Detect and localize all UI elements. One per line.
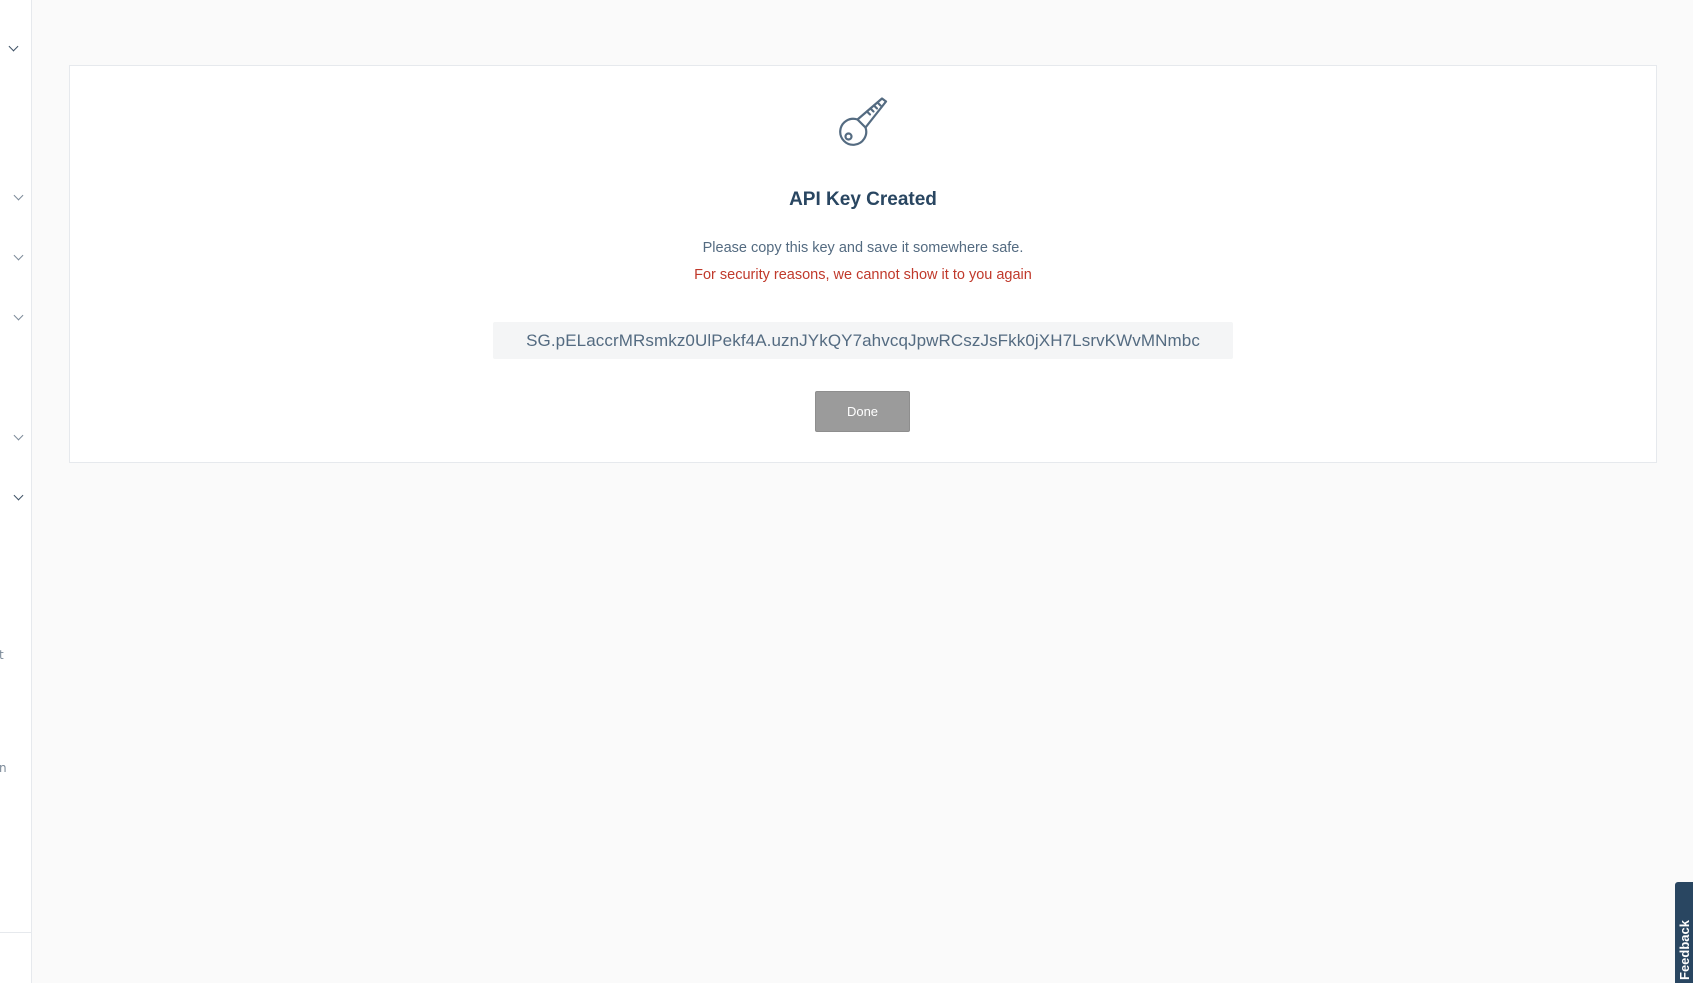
sidebar: t n	[0, 0, 32, 983]
sidebar-divider	[0, 932, 31, 933]
chevron-down-icon[interactable]	[13, 430, 24, 441]
chevron-down-icon[interactable]	[13, 310, 24, 321]
done-button[interactable]: Done	[815, 391, 910, 432]
feedback-label: Feedback	[1677, 920, 1692, 980]
feedback-tab[interactable]: Feedback	[1675, 882, 1693, 983]
chevron-down-icon[interactable]	[8, 41, 19, 52]
key-icon	[839, 97, 888, 146]
copy-instruction-text: Please copy this key and save it somewhe…	[702, 240, 1024, 256]
sidebar-item-label[interactable]: n	[0, 761, 7, 775]
security-warning-text: For security reasons, we cannot show it …	[694, 267, 1032, 283]
dialog-title: API Key Created	[789, 189, 937, 210]
sidebar-item-label[interactable]: t	[0, 648, 4, 662]
chevron-down-icon[interactable]	[13, 490, 24, 501]
api-key-value[interactable]: SG.pELaccrMRsmkz0UlPekf4A.uznJYkQY7ahvcq…	[493, 322, 1233, 359]
